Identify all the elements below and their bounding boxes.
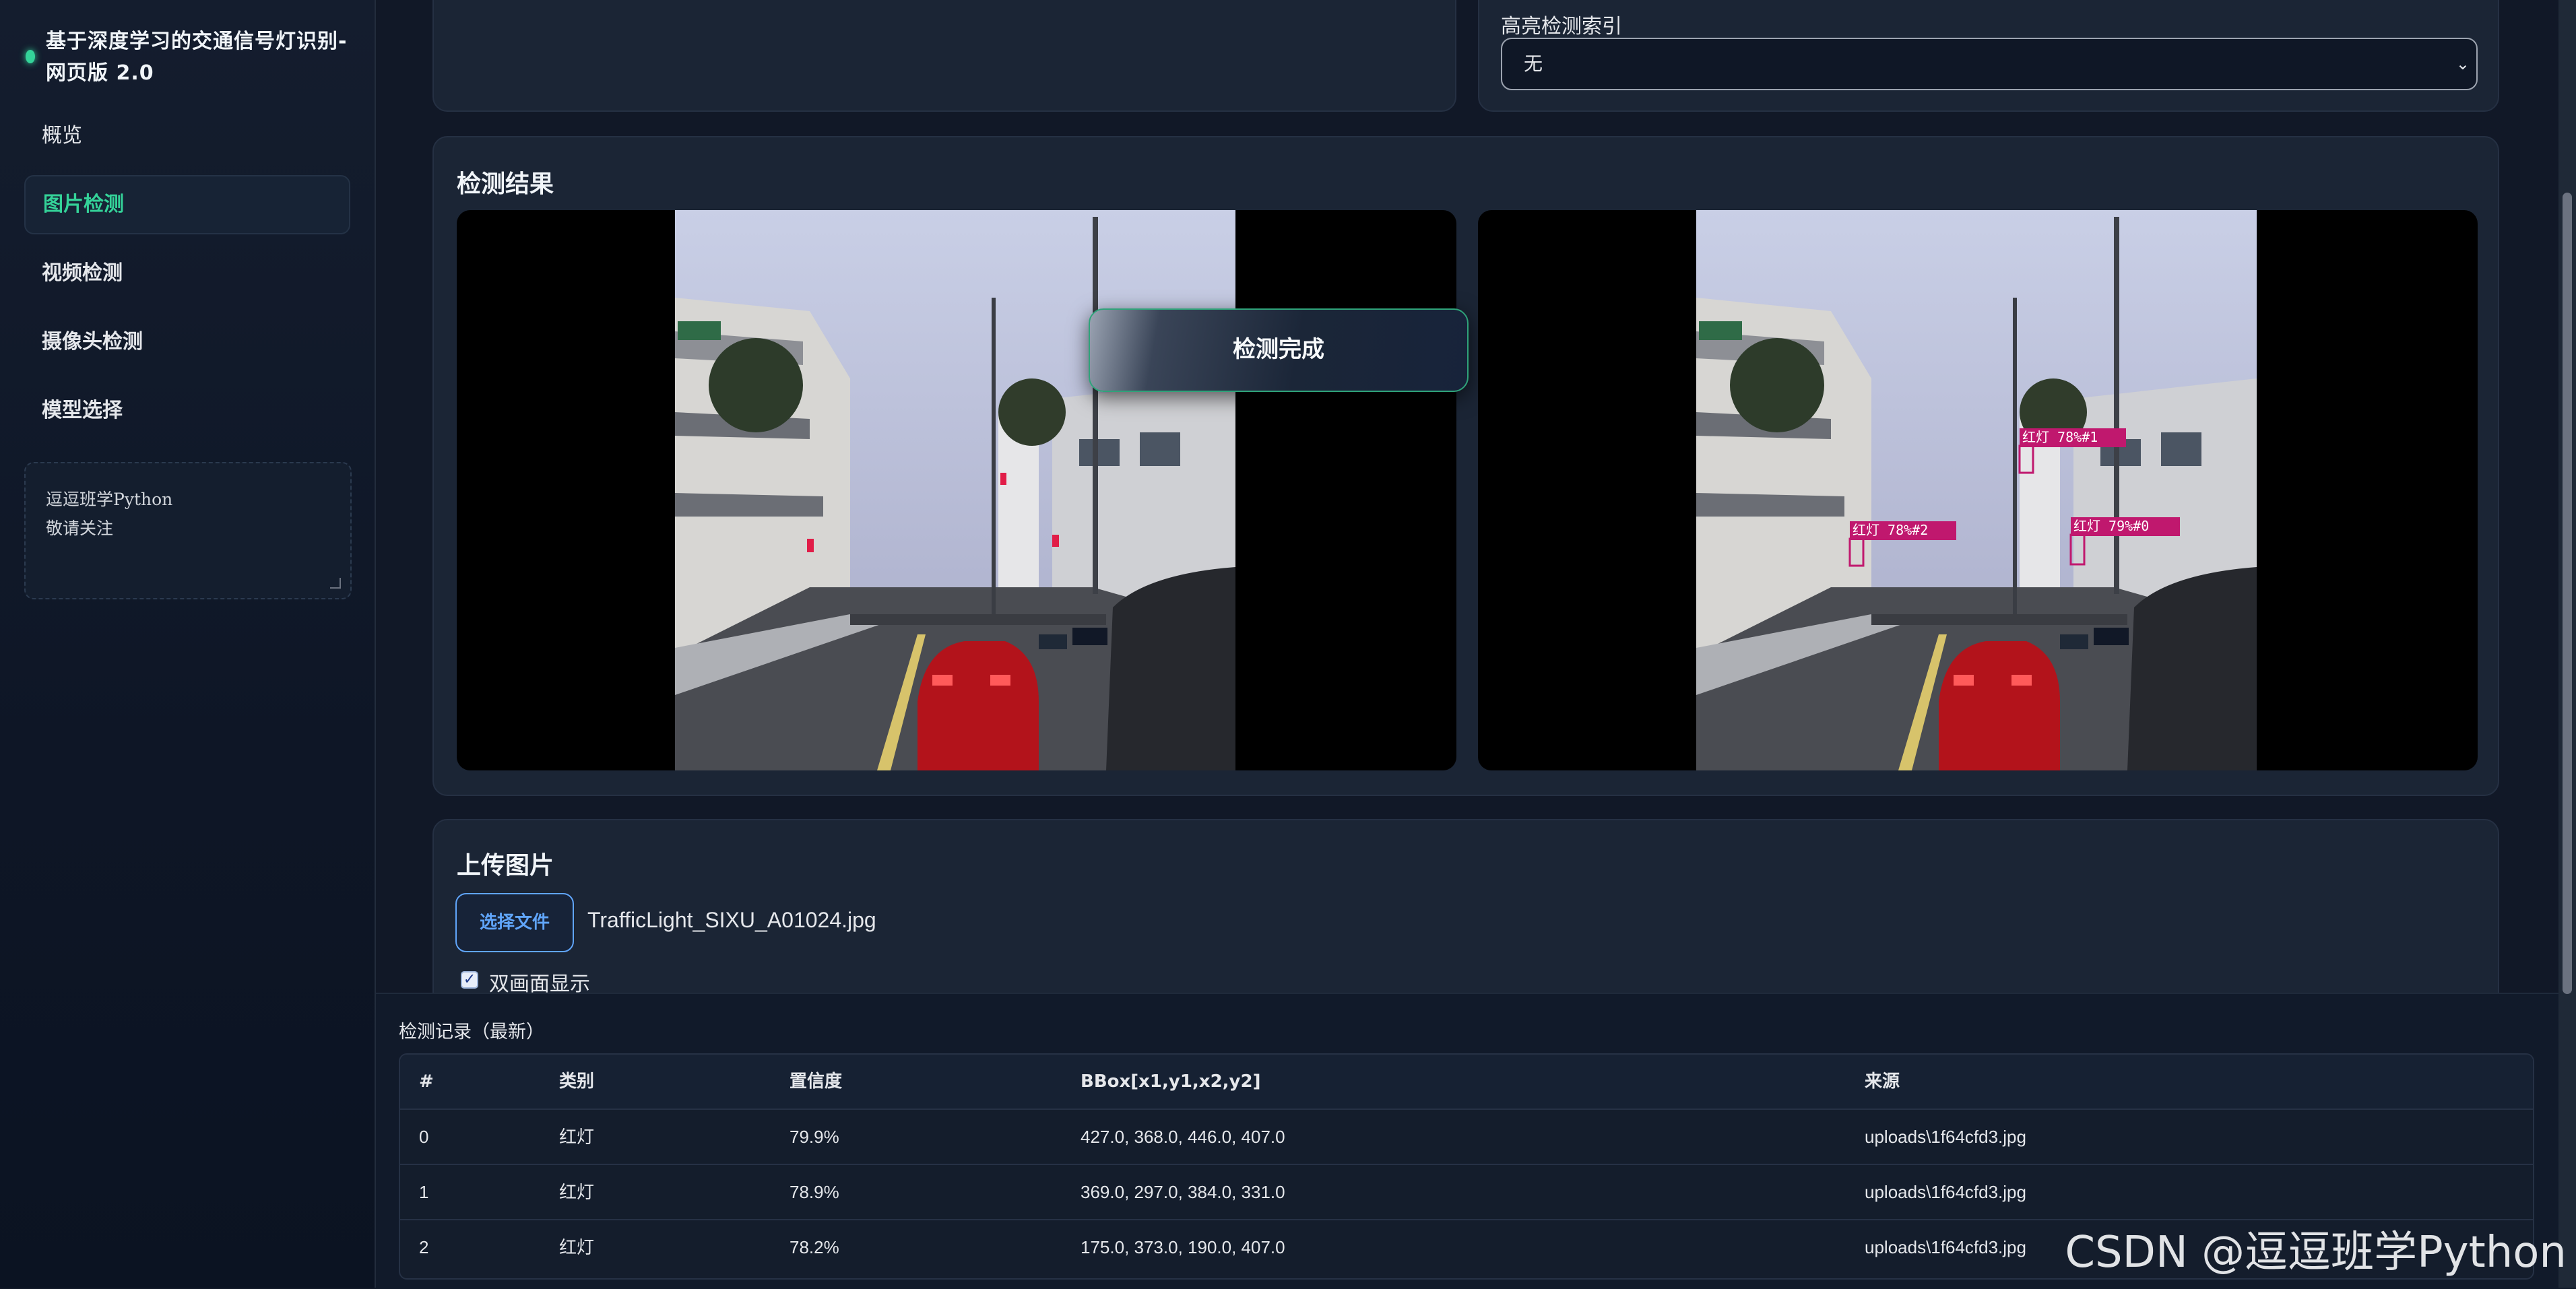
highlight-card: 高亮检测索引 无 ⌄ (1478, 0, 2499, 112)
detection-complete-toast: 检测完成 (1089, 308, 1469, 392)
records-title: 检测记录（最新） (399, 1022, 544, 1043)
column-header-class: 类别 (559, 1071, 595, 1092)
detected-street-image: 红灯 78%#1 红灯 78%#2 红灯 79%#0 (1696, 210, 2257, 770)
upload-title: 上传图片 (457, 852, 554, 880)
scrollbar-thumb[interactable] (2563, 193, 2572, 994)
sidebar-item-model-selection[interactable]: 模型选择 (24, 381, 350, 440)
highlight-select[interactable]: 无 ⌄ (1501, 38, 2478, 90)
original-street-image (675, 210, 1235, 770)
original-image-viewer (457, 210, 1456, 770)
cell-bbox: 427.0, 368.0, 446.0, 407.0 (1081, 1127, 1285, 1147)
column-header-confidence: 置信度 (790, 1071, 843, 1092)
cell-source: uploads\1f64cfd3.jpg (1865, 1182, 2026, 1202)
resize-grip-icon[interactable] (330, 578, 341, 589)
sidebar-item-camera-detection[interactable]: 摄像头检测 (24, 312, 350, 372)
cell-index: 2 (419, 1237, 429, 1257)
cell-class: 红灯 (559, 1127, 595, 1147)
sidebar-item-video-detection[interactable]: 视频检测 (24, 244, 350, 303)
chevron-down-icon: ⌄ (2455, 55, 2470, 73)
detected-image-viewer: 红灯 78%#1 红灯 78%#2 红灯 79%#0 (1478, 210, 2478, 770)
top-left-card (432, 0, 1456, 112)
results-title: 检测结果 (457, 170, 554, 198)
table-header-row: # 类别 置信度 BBox[x1,y1,x2,y2] 来源 (400, 1055, 2533, 1110)
choose-file-button[interactable]: 选择文件 (455, 893, 574, 952)
cell-source: uploads\1f64cfd3.jpg (1865, 1127, 2026, 1147)
cell-bbox: 369.0, 297.0, 384.0, 331.0 (1081, 1182, 1285, 1202)
cell-confidence: 78.2% (790, 1237, 839, 1257)
cell-class: 红灯 (559, 1237, 595, 1257)
sidebar-item-image-detection[interactable]: 图片检测 (24, 175, 350, 234)
column-header-index: # (419, 1071, 434, 1092)
detection-label-1: 红灯 78%#1 (2022, 429, 2098, 445)
detection-label-2: 红灯 78%#2 (1853, 522, 1928, 538)
selected-file-name: TrafficLight_SIXU_A01024.jpg (587, 908, 876, 932)
app-title: 基于深度学习的交通信号灯识别-网页版 2.0 (46, 30, 348, 85)
note-textarea[interactable]: 逗逗班学Python 敬请关注 (24, 462, 352, 599)
note-text: 逗逗班学Python 敬请关注 (46, 490, 173, 538)
status-dot-icon (26, 50, 35, 63)
column-header-source: 来源 (1865, 1071, 1900, 1092)
sidebar: 基于深度学习的交通信号灯识别-网页版 2.0 概览 图片检测 视频检测 摄像头检… (0, 0, 376, 1288)
results-card: 检测结果 红灯 78%#1 红灯 78%#2 红灯 79%#0 (432, 136, 2499, 796)
watermark: CSDN @逗逗班学Python (2065, 1228, 2567, 1278)
cell-index: 0 (419, 1127, 429, 1147)
detection-label-0: 红灯 79%#0 (2073, 518, 2149, 534)
cell-class: 红灯 (559, 1182, 595, 1202)
cell-confidence: 79.9% (790, 1127, 839, 1147)
column-header-bbox: BBox[x1,y1,x2,y2] (1081, 1071, 1261, 1092)
table-row[interactable]: 0 红灯 79.9% 427.0, 368.0, 446.0, 407.0 up… (400, 1110, 2533, 1165)
page-scrollbar[interactable] (2558, 0, 2576, 1288)
highlight-label: 高亮检测索引 (1501, 15, 1622, 38)
highlight-select-value: 无 (1524, 53, 1543, 75)
cell-bbox: 175.0, 373.0, 190.0, 407.0 (1081, 1237, 1285, 1257)
cell-index: 1 (419, 1182, 429, 1202)
sidebar-item-overview[interactable]: 概览 (24, 106, 350, 166)
dual-view-checkbox[interactable]: ✓ (461, 971, 478, 989)
cell-confidence: 78.9% (790, 1182, 839, 1202)
table-row[interactable]: 1 红灯 78.9% 369.0, 297.0, 384.0, 331.0 up… (400, 1165, 2533, 1220)
cell-source: uploads\1f64cfd3.jpg (1865, 1237, 2026, 1257)
